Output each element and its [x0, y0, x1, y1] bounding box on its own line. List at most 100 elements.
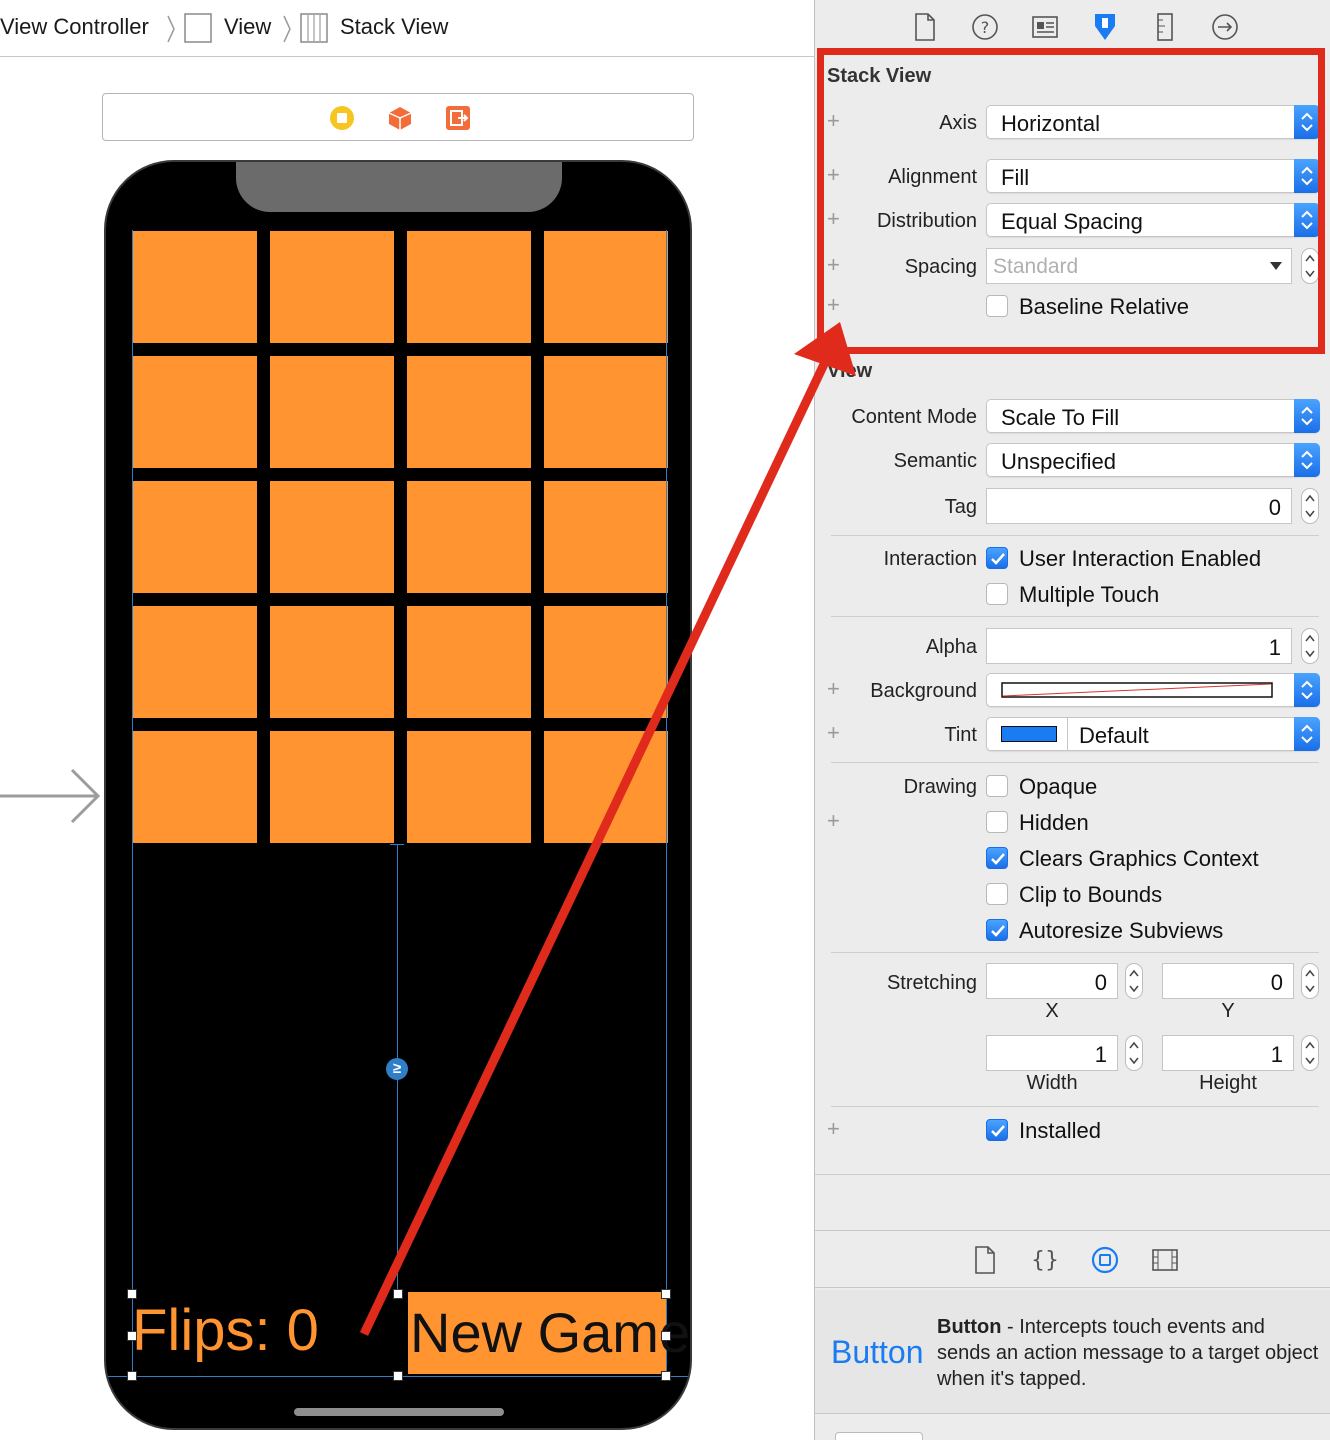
card-button[interactable] — [407, 731, 531, 843]
card-button[interactable] — [407, 481, 531, 593]
multiple-touch-checkbox[interactable] — [986, 583, 1008, 605]
library-filter-field[interactable] — [835, 1432, 923, 1440]
alpha-label: Alpha — [925, 636, 977, 658]
card-button[interactable] — [407, 231, 531, 343]
stretch-width-value: 1 — [1094, 1042, 1107, 1067]
object-library-icon[interactable] — [1091, 1245, 1119, 1275]
card-button[interactable] — [270, 356, 394, 468]
library-item-title: Button — [937, 1316, 1002, 1338]
constraint-badge[interactable]: ≥ — [386, 1058, 408, 1080]
installed-checkbox[interactable] — [986, 1119, 1008, 1141]
resize-handle[interactable] — [393, 1289, 403, 1299]
card-button[interactable] — [270, 731, 394, 843]
file-template-icon[interactable] — [971, 1245, 999, 1275]
stack-view-bound-left — [132, 230, 133, 1376]
exit-icon[interactable] — [445, 105, 471, 131]
resize-handle[interactable] — [661, 1331, 671, 1341]
stretch-height-field[interactable]: 1 — [1162, 1035, 1294, 1071]
semantic-value: Unspecified — [1001, 449, 1116, 474]
tag-stepper[interactable] — [1301, 488, 1319, 524]
card-button[interactable] — [133, 481, 257, 593]
stretch-y-field[interactable]: 0 — [1162, 963, 1294, 999]
file-icon[interactable] — [911, 12, 939, 42]
card-button[interactable] — [133, 231, 257, 343]
divider — [815, 1174, 1330, 1175]
tint-popup[interactable]: Default — [986, 717, 1320, 751]
resize-handle[interactable] — [127, 1289, 137, 1299]
flips-label[interactable]: Flips: 0 — [132, 1302, 319, 1360]
card-button[interactable] — [270, 231, 394, 343]
clip-to-bounds-checkbox[interactable] — [986, 883, 1008, 905]
resize-handle[interactable] — [661, 1371, 671, 1381]
stretch-height-stepper[interactable] — [1301, 1035, 1319, 1071]
resize-handle[interactable] — [127, 1331, 137, 1341]
first-responder-icon[interactable] — [387, 105, 413, 131]
popup-separator — [1067, 718, 1068, 750]
breadcrumb-stack-view[interactable]: Stack View — [340, 14, 448, 40]
card-button[interactable] — [544, 356, 668, 468]
code-snippet-icon[interactable]: {} — [1031, 1245, 1059, 1275]
card-button[interactable] — [544, 606, 668, 718]
card-button[interactable] — [407, 606, 531, 718]
card-button[interactable] — [133, 606, 257, 718]
view-icon — [184, 13, 212, 43]
opaque-checkbox[interactable] — [986, 775, 1008, 797]
help-icon[interactable]: ? — [971, 12, 999, 42]
attributes-icon[interactable] — [1091, 12, 1119, 42]
new-game-button[interactable]: New Game — [408, 1292, 690, 1374]
hidden-checkbox[interactable] — [986, 811, 1008, 833]
clears-graphics-context-checkbox[interactable] — [986, 847, 1008, 869]
background-label: Background — [870, 680, 977, 702]
content-mode-value: Scale To Fill — [1001, 405, 1120, 430]
plus-icon[interactable]: + — [827, 1118, 840, 1140]
user-interaction-checkbox[interactable] — [986, 547, 1008, 569]
content-mode-popup[interactable]: Scale To Fill — [986, 399, 1320, 433]
entry-point-arrow-icon — [0, 768, 101, 824]
library-item-button[interactable]: Button Button - Intercepts touch events … — [815, 1290, 1330, 1414]
resize-handle[interactable] — [661, 1289, 671, 1299]
iphone-frame: ≥ Flips: 0 New Game — [104, 160, 692, 1430]
stretch-x-field[interactable]: 0 — [986, 963, 1118, 999]
view-controller-icon[interactable] — [329, 105, 355, 131]
constraint-cap — [390, 844, 404, 845]
opaque-label: Opaque — [1019, 774, 1098, 799]
semantic-popup[interactable]: Unspecified — [986, 443, 1320, 477]
identity-icon[interactable] — [1031, 12, 1059, 42]
user-interaction-label: User Interaction Enabled — [1019, 546, 1262, 571]
stretch-x-caption: X — [1045, 1000, 1059, 1022]
breadcrumb-view[interactable]: View — [224, 14, 271, 40]
autoresize-subviews-label: Autoresize Subviews — [1019, 918, 1224, 943]
autoresize-subviews-checkbox[interactable] — [986, 919, 1008, 941]
resize-handle[interactable] — [393, 1371, 403, 1381]
alpha-stepper[interactable] — [1301, 628, 1319, 664]
storyboard-canvas[interactable]: ≥ Flips: 0 New Game — [0, 58, 814, 1440]
background-color-popup[interactable] — [986, 673, 1320, 707]
card-button[interactable] — [544, 481, 668, 593]
alpha-field[interactable]: 1 — [986, 628, 1292, 664]
card-button[interactable] — [407, 356, 531, 468]
tint-value: Default — [1079, 723, 1149, 748]
card-button[interactable] — [270, 481, 394, 593]
notch — [236, 162, 562, 212]
stretch-width-stepper[interactable] — [1125, 1035, 1143, 1071]
tag-field[interactable]: 0 — [986, 488, 1292, 524]
size-icon[interactable] — [1151, 12, 1179, 42]
library-item-description: Button - Intercepts touch events and sen… — [937, 1314, 1319, 1392]
card-button[interactable] — [133, 731, 257, 843]
media-library-icon[interactable] — [1151, 1245, 1179, 1275]
alpha-value: 1 — [1268, 635, 1281, 660]
card-button[interactable] — [544, 231, 668, 343]
connections-icon[interactable] — [1211, 12, 1239, 42]
card-button[interactable] — [270, 606, 394, 718]
stretch-width-field[interactable]: 1 — [986, 1035, 1118, 1071]
stretch-x-stepper[interactable] — [1125, 963, 1143, 999]
stretch-y-stepper[interactable] — [1301, 963, 1319, 999]
card-button[interactable] — [133, 356, 257, 468]
plus-icon[interactable]: + — [827, 810, 840, 832]
resize-handle[interactable] — [127, 1371, 137, 1381]
content-mode-label: Content Mode — [851, 406, 977, 428]
breadcrumb-view-controller[interactable]: View Controller — [0, 14, 149, 40]
breadcrumb: View Controller View Stack View — [0, 0, 814, 57]
stretch-height-caption: Height — [1199, 1072, 1257, 1094]
card-button[interactable] — [544, 731, 668, 843]
